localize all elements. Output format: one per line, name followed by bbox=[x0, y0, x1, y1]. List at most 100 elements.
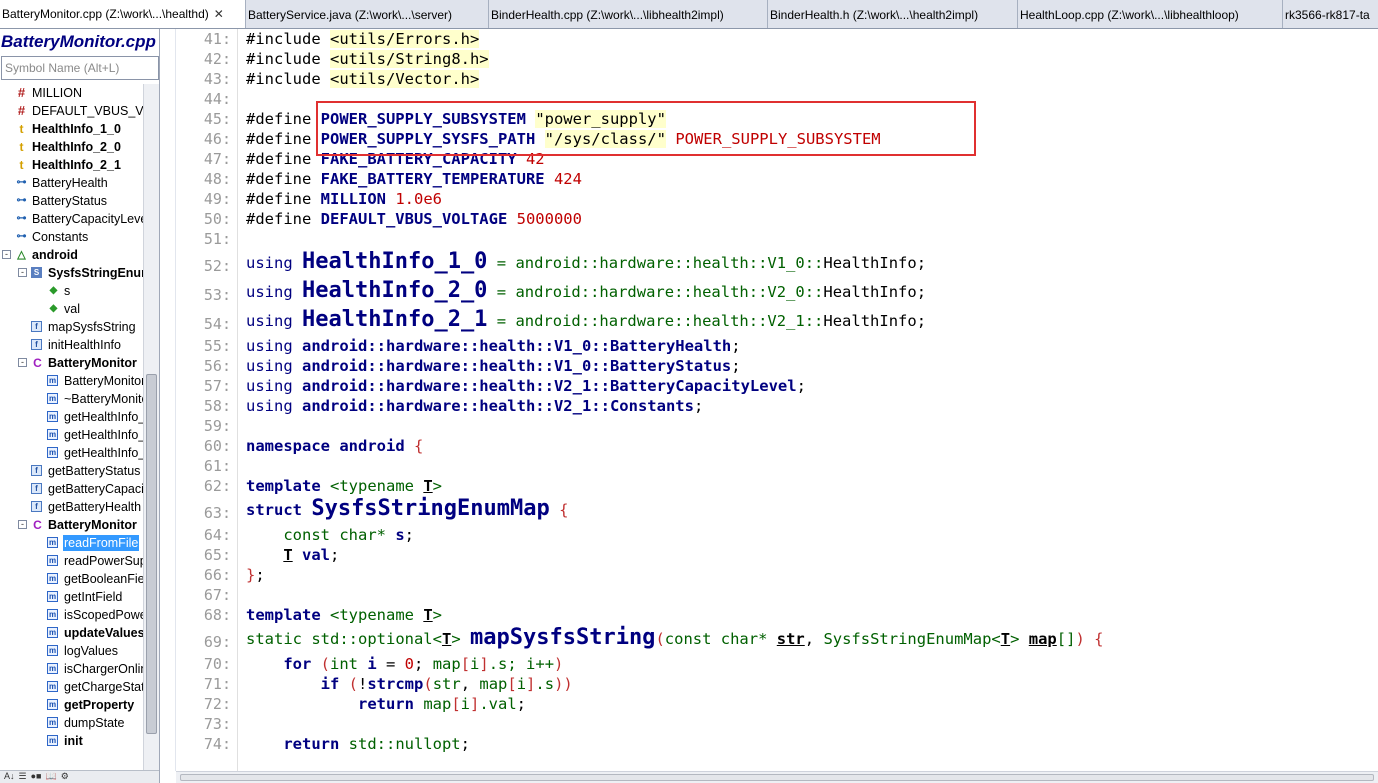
code-token: android bbox=[339, 437, 405, 455]
tab-health-loop-cpp[interactable]: HealthLoop.cpp (Z:\work\...\libhealthloo… bbox=[1018, 0, 1283, 28]
code-line[interactable]: #define MILLION 1.0e6 bbox=[246, 190, 442, 208]
sort-icon[interactable]: A↓ bbox=[4, 771, 15, 783]
code-line[interactable]: #define FAKE_BATTERY_TEMPERATURE 424 bbox=[246, 170, 582, 188]
tab-battery-service-java[interactable]: BatteryService.java (Z:\work\...\server) bbox=[246, 0, 489, 28]
code-line[interactable]: const char* s; bbox=[246, 526, 414, 544]
symbol-tree-item[interactable]: m readFromFile bbox=[0, 534, 143, 552]
code-line[interactable]: #define FAKE_BATTERY_CAPACITY 42 bbox=[246, 150, 545, 168]
symbol-tree-item[interactable]: m getBooleanField bbox=[0, 570, 143, 588]
list-view-icon[interactable]: ☰ bbox=[19, 771, 27, 783]
code-line[interactable]: #include <utils/Errors.h> bbox=[246, 30, 480, 48]
code-token: , bbox=[804, 630, 824, 648]
symbol-tree-item[interactable]: m logValues bbox=[0, 642, 143, 660]
code-token: ; bbox=[916, 312, 927, 330]
tab-binder-health-h[interactable]: BinderHealth.h (Z:\work\...\health2impl) bbox=[768, 0, 1018, 28]
code-token: s bbox=[395, 526, 405, 544]
code-line[interactable]: #include <utils/String8.h> bbox=[246, 50, 489, 68]
code-token: for bbox=[283, 655, 321, 673]
symbol-tree-item[interactable]: f getBatteryHealth bbox=[0, 498, 143, 516]
code-line[interactable]: using HealthInfo_1_0 = android::hardware… bbox=[246, 249, 926, 274]
code-line[interactable]: return std::nullopt; bbox=[246, 735, 470, 753]
code-line[interactable]: #define POWER_SUPPLY_SYSFS_PATH "/sys/cl… bbox=[246, 130, 881, 148]
scrollbar-thumb[interactable] bbox=[146, 374, 157, 734]
symbol-tree-item[interactable]: f initHealthInfo bbox=[0, 336, 143, 354]
code-line[interactable]: for (int i = 0; map[i].s; i++) bbox=[246, 655, 563, 673]
code-line[interactable]: return map[i].val; bbox=[246, 695, 526, 713]
symbol-tree-item[interactable]: ⊶ Constants bbox=[0, 228, 143, 246]
symbol-tree-item[interactable]: m readPowerSupplyType bbox=[0, 552, 143, 570]
symbol-tree-item[interactable]: f getBatteryStatus bbox=[0, 462, 143, 480]
symbol-tree-item[interactable]: ◆ s bbox=[0, 282, 143, 300]
code-line[interactable]: #define POWER_SUPPLY_SUBSYSTEM "power_su… bbox=[246, 110, 666, 128]
code-editor[interactable]: 41: 42: 43: 44: 45: 46: 47: 48: 49: 50: 51: 52: 53: 5… bbox=[161, 29, 1378, 783]
symbol-tree-item[interactable]: - C BatteryMonitor bbox=[0, 516, 143, 534]
symbol-tree-item[interactable]: -S SysfsStringEnumMap bbox=[0, 264, 143, 282]
symbol-tree-item[interactable]: f mapSysfsString bbox=[0, 318, 143, 336]
code-line[interactable]: using HealthInfo_2_0 = android::hardware… bbox=[246, 278, 926, 303]
scrollbar-thumb[interactable] bbox=[180, 774, 1374, 781]
editor-horizontal-scrollbar[interactable] bbox=[176, 771, 1378, 783]
close-icon[interactable]: ✕ bbox=[214, 7, 224, 21]
symbol-tree-item[interactable]: m isChargerOnline bbox=[0, 660, 143, 678]
book-icon[interactable]: 📖 bbox=[45, 771, 56, 783]
symbol-search-input[interactable] bbox=[1, 56, 159, 80]
code-line[interactable]: static std::optional<T> mapSysfsString(c… bbox=[246, 625, 1103, 650]
collapse-icon[interactable]: - bbox=[2, 250, 11, 259]
code-line[interactable]: using android::hardware::health::V2_1::C… bbox=[246, 397, 703, 415]
symbol-tree-item[interactable]: - △ android bbox=[0, 246, 143, 264]
code-line[interactable]: }; bbox=[246, 566, 265, 584]
symbol-tree-scrollbar[interactable] bbox=[143, 84, 159, 770]
code-line[interactable]: using android::hardware::health::V2_1::B… bbox=[246, 377, 806, 395]
code-token: #define bbox=[246, 190, 321, 208]
symbol-tree-item[interactable]: m updateValues bbox=[0, 624, 143, 642]
symbol-tree-item[interactable]: - C BatteryMonitor bbox=[0, 354, 143, 372]
code-line[interactable]: template <typename T> bbox=[246, 477, 442, 495]
symbol-tree-item[interactable]: m getHealthInfo_1_0 bbox=[0, 408, 143, 426]
code-line[interactable]: template <typename T> bbox=[246, 606, 442, 624]
symbol-tree-item[interactable]: ⊶ BatteryStatus bbox=[0, 192, 143, 210]
symbol-tree-item[interactable]: m getHealthInfo_2_0 bbox=[0, 426, 143, 444]
collapse-icon[interactable]: - bbox=[18, 520, 27, 529]
line-number: 61: bbox=[203, 457, 231, 475]
symbol-tree-item[interactable]: ⊶ BatteryCapacityLevel bbox=[0, 210, 144, 228]
code-line[interactable]: namespace android { bbox=[246, 437, 423, 455]
symbol-tree-item[interactable]: m getChargeStatus bbox=[0, 678, 143, 696]
symbol-tree-item[interactable]: m dumpState bbox=[0, 714, 143, 732]
tab-battery-monitor-cpp[interactable]: BatteryMonitor.cpp (Z:\work\...\healthd)… bbox=[0, 0, 246, 28]
collapse-icon[interactable]: - bbox=[18, 268, 27, 277]
tab-rk3566-dts[interactable]: rk3566-rk817-ta bbox=[1283, 0, 1378, 28]
symbol-tree-item[interactable]: m getIntField bbox=[0, 588, 143, 606]
code-line[interactable]: struct SysfsStringEnumMap { bbox=[246, 496, 568, 521]
symbol-tree-item[interactable]: t HealthInfo_1_0 bbox=[0, 120, 143, 138]
symbol-tree-item[interactable]: # DEFAULT_VBUS_VOLTAGE bbox=[0, 102, 143, 120]
symbol-tree-item[interactable]: t HealthInfo_2_0 bbox=[0, 138, 143, 156]
code-line[interactable]: using android::hardware::health::V1_0::B… bbox=[246, 357, 741, 375]
tab-binder-health-cpp[interactable]: BinderHealth.cpp (Z:\work\...\libhealth2… bbox=[489, 0, 768, 28]
code-token: std::optional< bbox=[311, 630, 442, 648]
symbol-tree-item[interactable]: m ~BatteryMonitor bbox=[0, 390, 143, 408]
code-token: str bbox=[432, 675, 461, 693]
code-line[interactable]: using HealthInfo_2_1 = android::hardware… bbox=[246, 307, 926, 332]
using-icon: ⊶ bbox=[16, 195, 27, 206]
symbol-tree-item[interactable]: m isScopedPowerSupply bbox=[0, 606, 143, 624]
code-line[interactable]: #include <utils/Vector.h> bbox=[246, 70, 480, 88]
code-token: T bbox=[1000, 630, 1011, 648]
symbol-tree-item[interactable]: m getHealthInfo_2_1 bbox=[0, 444, 143, 462]
symbol-tree-item[interactable]: m init bbox=[0, 732, 143, 750]
symbol-tree-item[interactable]: ⊶ BatteryHealth bbox=[0, 174, 143, 192]
editor-gutter[interactable] bbox=[161, 29, 176, 771]
code-line[interactable]: #define DEFAULT_VBUS_VOLTAGE 5000000 bbox=[246, 210, 582, 228]
category-icon[interactable]: ●■ bbox=[31, 771, 42, 783]
symbol-tree-item[interactable]: t HealthInfo_2_1 bbox=[0, 156, 143, 174]
collapse-icon[interactable]: - bbox=[18, 358, 27, 367]
code-line[interactable]: if (!strcmp(str, map[i].s)) bbox=[246, 675, 573, 693]
symbol-tree-item[interactable]: # MILLION bbox=[0, 84, 143, 102]
code-line[interactable]: using android::hardware::health::V1_0::B… bbox=[246, 337, 741, 355]
code-line[interactable]: T val; bbox=[246, 546, 339, 564]
symbol-tree-item[interactable]: f getBatteryCapacityLevel bbox=[0, 480, 143, 498]
symbol-tree-item[interactable]: m BatteryMonitor bbox=[0, 372, 143, 390]
gear-icon[interactable]: ⚙ bbox=[61, 771, 69, 783]
symbol-tree-item[interactable]: ◆ val bbox=[0, 300, 143, 318]
symbol-tree-item[interactable]: m getProperty bbox=[0, 696, 143, 714]
